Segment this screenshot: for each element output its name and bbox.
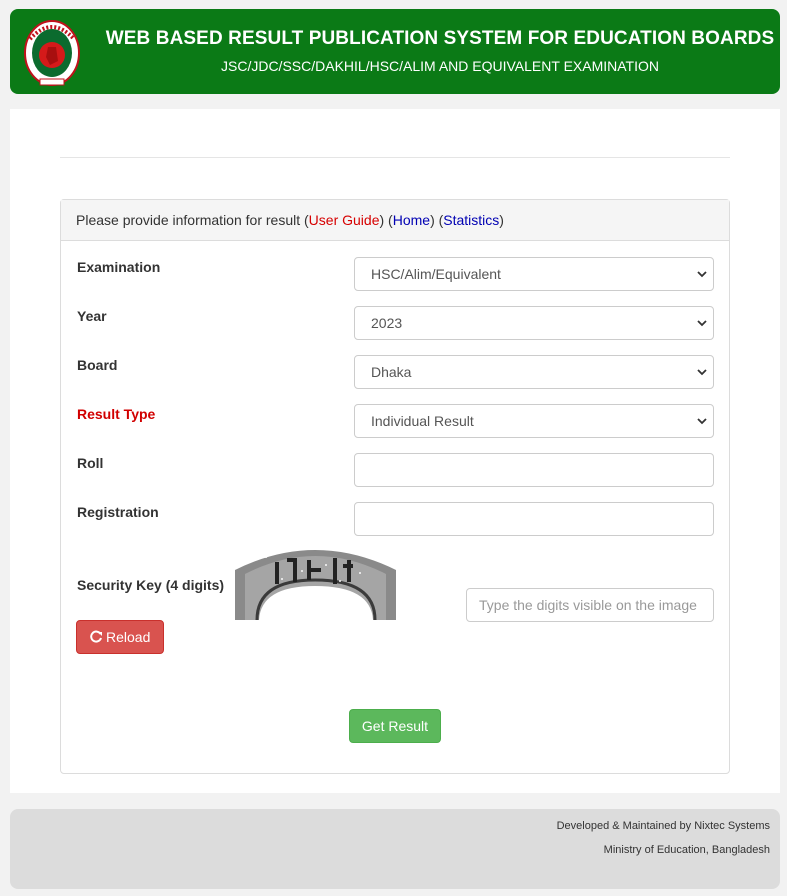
result-type-select[interactable]: Individual Result — [354, 404, 714, 438]
result-form-panel: Please provide information for result (U… — [60, 199, 730, 774]
user-guide-link[interactable]: User Guide — [309, 212, 380, 228]
board-selected-value: Dhaka — [371, 364, 412, 380]
panel-separator: ) ( — [379, 212, 393, 228]
board-label: Board — [77, 357, 118, 373]
security-key-input[interactable]: Type the digits visible on the image — [466, 588, 714, 622]
chevron-down-icon — [697, 320, 707, 327]
chevron-down-icon — [697, 271, 707, 278]
security-key-label: Security Key (4 digits) — [77, 577, 225, 593]
result-type-label: Result Type — [77, 406, 156, 422]
refresh-icon — [90, 630, 102, 643]
statistics-link[interactable]: Statistics — [443, 212, 499, 228]
panel-separator: ) — [499, 212, 504, 228]
examination-label: Examination — [77, 259, 161, 275]
board-select[interactable]: Dhaka — [354, 355, 714, 389]
chevron-down-icon — [697, 418, 707, 425]
examination-selected-value: HSC/Alim/Equivalent — [371, 266, 501, 282]
page-subtitle: JSC/JDC/SSC/DAKHIL/HSC/ALIM AND EQUIVALE… — [221, 58, 659, 74]
bangladesh-govt-emblem-icon — [22, 17, 82, 87]
registration-input[interactable] — [354, 502, 714, 536]
main-content: Please provide information for result (U… — [10, 109, 780, 793]
chevron-down-icon — [697, 369, 707, 376]
reload-captcha-button[interactable]: Reload — [76, 620, 164, 654]
divider — [60, 157, 730, 158]
captcha-image — [235, 550, 396, 620]
panel-heading: Please provide information for result (U… — [61, 200, 729, 241]
site-footer: Developed & Maintained by Nixtec Systems… — [10, 809, 780, 889]
page-title: WEB BASED RESULT PUBLICATION SYSTEM FOR … — [105, 28, 775, 49]
developer-credit: Developed & Maintained by Nixtec Systems — [556, 820, 770, 832]
registration-label: Registration — [77, 504, 159, 520]
panel-separator: ) ( — [430, 212, 444, 228]
year-selected-value: 2023 — [371, 315, 403, 331]
panel-intro-text: Please provide information for result ( — [76, 212, 309, 228]
ministry-credit: Ministry of Education, Bangladesh — [603, 844, 770, 856]
get-result-button[interactable]: Get Result — [349, 709, 441, 743]
result-type-selected-value: Individual Result — [371, 413, 474, 429]
year-select[interactable]: 2023 — [354, 306, 714, 340]
year-label: Year — [77, 308, 107, 324]
reload-label: Reload — [106, 629, 151, 645]
roll-label: Roll — [77, 455, 104, 471]
examination-select[interactable]: HSC/Alim/Equivalent — [354, 257, 714, 291]
roll-input[interactable] — [354, 453, 714, 487]
site-header: WEB BASED RESULT PUBLICATION SYSTEM FOR … — [10, 9, 780, 94]
home-link[interactable]: Home — [393, 212, 430, 228]
